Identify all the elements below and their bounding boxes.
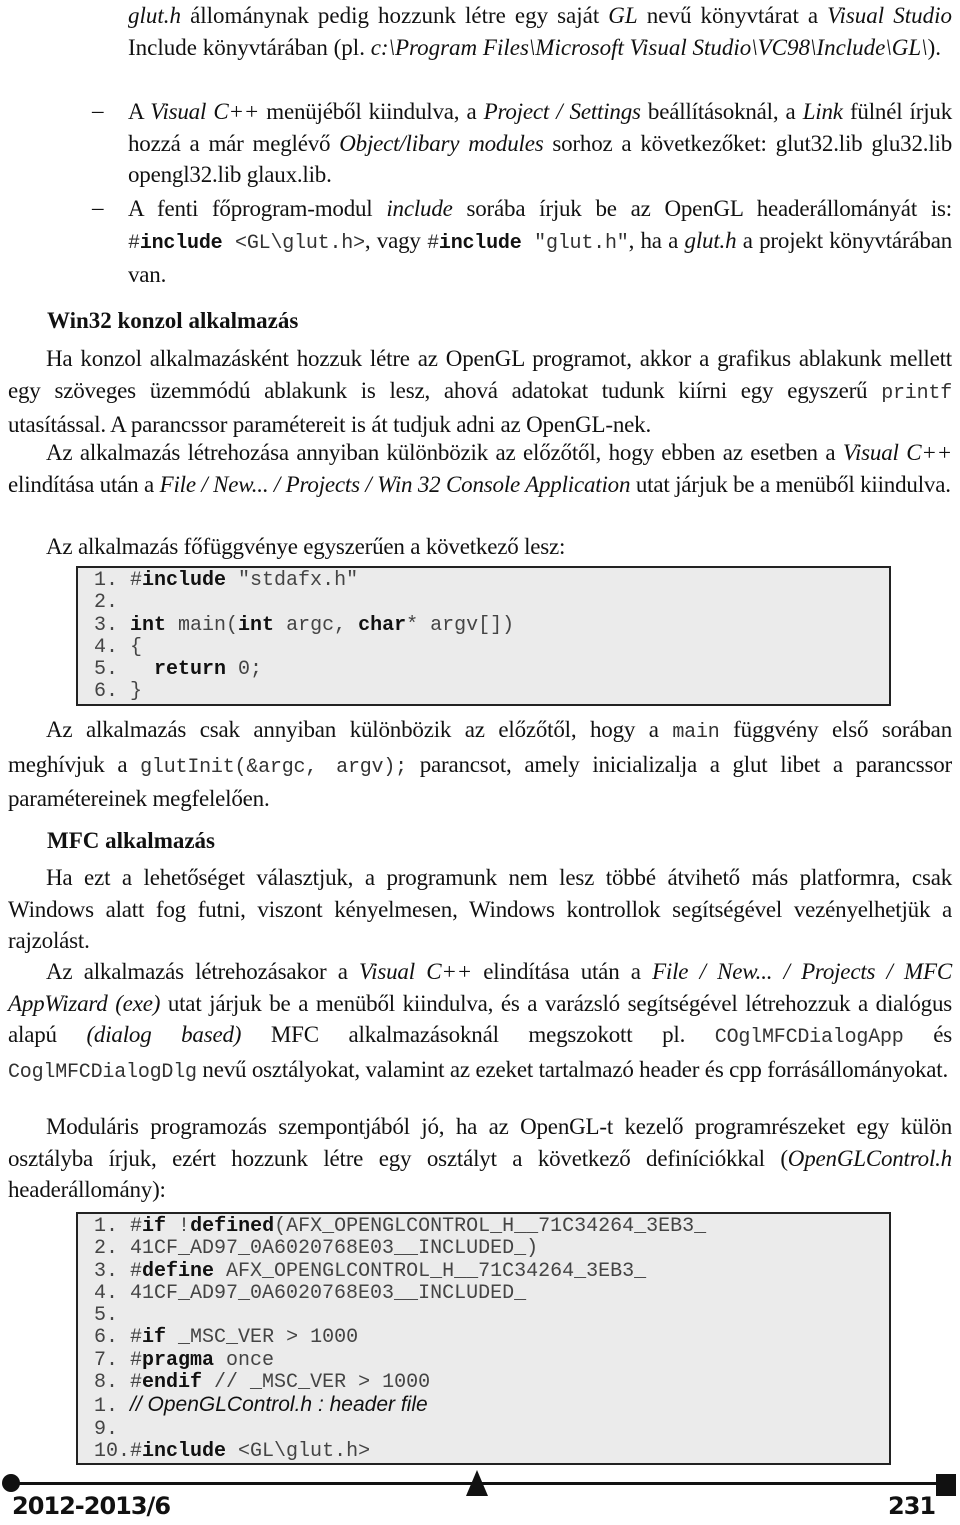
mfc-paragraph-1: Ha ezt a lehetőséget választjuk, a progr… [8, 865, 952, 953]
italic-term: glut.h [128, 3, 182, 28]
inline-code: #include "glut.h" [427, 231, 629, 255]
inline-code: main [672, 721, 720, 744]
code-line: 1. #if !defined(AFX_OPENGLCONTROL_H__71C… [94, 1215, 707, 1238]
code-line: 9. [94, 1417, 131, 1441]
bullet-dash: – [92, 98, 104, 123]
win32-paragraph-4: Az alkalmazás csak annyiban különbözik a… [8, 717, 952, 811]
footer-square-marker [936, 1474, 956, 1496]
code-line: 2. [94, 591, 131, 615]
section-heading-win32: Win32 konzol alkalmazás [47, 308, 299, 333]
inline-code: printf [881, 381, 952, 405]
win32-paragraph-3: Az alkalmazás főfüggvénye egyszerűen a k… [46, 534, 566, 559]
code-line: 10.#include <GL\glut.h> [94, 1439, 371, 1463]
win32-paragraph-1: Ha konzol alkalmazásként hozzuk létre az… [8, 346, 952, 437]
top-continuation-paragraph: glut.h állománynak pedig hozzunk létre e… [128, 3, 952, 60]
inline-code: #include <GL\glut.h> [128, 231, 365, 255]
code-line: 6. } [94, 680, 143, 704]
path-text: c:\Program Files\Microsoft Visual Studio… [370, 34, 928, 60]
code-line: 3. #define AFX_OPENGLCONTROL_H__71C34264… [94, 1259, 647, 1283]
footer-circle-marker [2, 1474, 20, 1492]
code-line: 4. { [94, 635, 143, 659]
inline-code: glutInit(&argc, argv); [140, 755, 407, 779]
code-line: 2. 41CF_AD97_0A6020768E03__INCLUDED_) [94, 1237, 539, 1261]
document-page: glut.h állománynak pedig hozzunk létre e… [0, 0, 960, 1525]
inline-code: COglMFCDialogApp [714, 1026, 904, 1049]
code-line: 5. return 0; [94, 658, 263, 682]
code-block-main: 1. #include "stdafx.h" 2. 3. int main(in… [76, 566, 891, 706]
code-line: 6. #if _MSC_VER > 1000 [94, 1326, 359, 1350]
bullet-item-include: A fenti főprogram-modul include sorába í… [128, 196, 953, 287]
mfc-paragraph-3: Moduláris programozás szempontjából jó, … [8, 1114, 952, 1202]
bullet-dash: – [92, 195, 104, 220]
code-line: 5. [94, 1304, 131, 1328]
code-line: 7. #pragma once [94, 1348, 275, 1372]
code-line: 8. #endif // _MSC_VER > 1000 [94, 1371, 431, 1395]
mfc-paragraph-2: Az alkalmazás létrehozásakor a Visual C+… [8, 959, 953, 1084]
page-number: 231 [888, 1492, 936, 1520]
code-line: 4. 41CF_AD97_0A6020768E03__INCLUDED_ [94, 1281, 527, 1305]
footer-issue: 2012-2013/6 [12, 1492, 171, 1520]
win32-paragraph-2: Az alkalmazás létrehozása annyiban külön… [8, 440, 952, 497]
code-line: 1. // OpenGLControl.h : header file [94, 1393, 428, 1419]
footer-triangle-marker [466, 1470, 488, 1496]
code-line: 3. int main(int argc, char* argv[]) [94, 613, 515, 637]
inline-code: CoglMFCDialogDlg [8, 1060, 197, 1084]
section-heading-mfc: MFC alkalmazás [47, 828, 216, 853]
code-line: 1. #include "stdafx.h" [94, 569, 359, 592]
code-block-header: 1. #if !defined(AFX_OPENGLCONTROL_H__71C… [76, 1212, 891, 1466]
bullet-item-link-settings: A Visual C++ menüjéből kiindulva, a Proj… [128, 99, 952, 187]
